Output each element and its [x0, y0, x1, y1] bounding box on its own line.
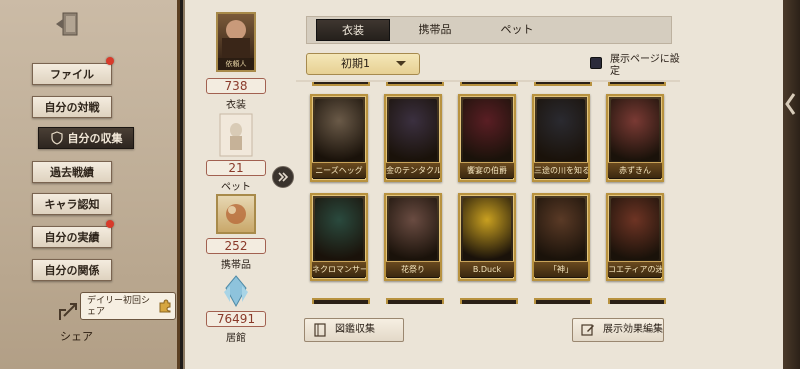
accessory-icon	[226, 204, 246, 224]
share-label: シェア	[60, 330, 93, 343]
costume-card[interactable]: 饗宴の伯爵	[458, 94, 516, 182]
costume-portrait	[537, 99, 585, 161]
costume-card[interactable]: 赤ずきん	[606, 94, 664, 182]
menu-item-label: 自分の対戦	[44, 101, 100, 114]
display-page-checkbox[interactable]	[590, 57, 602, 69]
panel-edge	[783, 0, 800, 369]
costume-portrait	[463, 99, 511, 161]
display-page-label: 展示ページに設定	[610, 54, 680, 77]
accessory-count: 252	[206, 238, 266, 254]
menu-item-label: 自分の関係	[44, 264, 100, 277]
collection-book-label: 図鑑収集	[335, 324, 375, 335]
tab-accessory[interactable]: 携帯品	[398, 19, 472, 41]
share-bubble-text: デイリー初回シェア	[87, 296, 151, 317]
costume-name: 金のテンタクル	[386, 162, 440, 178]
filter-dropdown[interactable]: 初期1	[306, 53, 420, 75]
costume-card[interactable]: 「神」	[532, 193, 590, 281]
pet-count: 21	[206, 160, 266, 176]
menu-item-relations[interactable]: 自分の関係	[32, 259, 112, 281]
menu-item-my-collection[interactable]: 自分の収集	[38, 127, 134, 149]
avatar[interactable]: 依頼人	[216, 12, 256, 72]
partial-card	[386, 298, 444, 304]
costume-name: コエティアの迷宮	[608, 261, 662, 277]
menu-item-history[interactable]: 過去戦績	[32, 161, 112, 183]
residence-crystal-icon	[224, 275, 248, 308]
costume-card[interactable]: 三途の川を知る者	[532, 94, 590, 182]
avatar-face	[226, 20, 246, 40]
edit-icon	[581, 324, 594, 336]
costume-portrait	[611, 99, 659, 161]
menu-item-achievements[interactable]: 自分の実績	[32, 226, 112, 248]
costume-portrait	[315, 198, 363, 260]
partial-card	[460, 82, 518, 86]
partial-card	[386, 82, 444, 86]
tab-pet[interactable]: ペット	[480, 19, 554, 41]
notification-dot	[106, 57, 114, 65]
partial-card	[534, 298, 592, 304]
pet-icon	[219, 113, 253, 157]
expand-toggle-button[interactable]	[272, 166, 294, 188]
shield-icon	[50, 131, 63, 145]
daily-share-bubble[interactable]: デイリー初回シェア	[80, 292, 176, 320]
menu-item-label: ファイル	[50, 68, 94, 81]
residence-thumbnail[interactable]	[216, 272, 256, 310]
avatar-body	[222, 38, 250, 60]
menu-item-label: 自分の収集	[67, 132, 123, 145]
menu-item-label: 自分の実績	[44, 231, 100, 244]
chevron-left-icon[interactable]	[784, 90, 798, 118]
menu-item-my-matches[interactable]: 自分の対戦	[32, 96, 112, 118]
menu-item-character-recognition[interactable]: キャラ認知	[32, 193, 112, 215]
costume-name: 「神」	[534, 261, 588, 277]
exit-door-icon[interactable]	[54, 10, 80, 38]
costume-count: 738	[206, 78, 266, 94]
double-chevron-right-icon	[278, 172, 289, 182]
residence-label: 居館	[226, 333, 246, 344]
costume-label: 衣装	[226, 100, 246, 111]
edit-display-label: 展示効果編集	[603, 324, 663, 335]
book-icon	[314, 323, 326, 337]
costume-card[interactable]: 金のテンタクル	[384, 94, 442, 182]
edit-display-button[interactable]: 展示効果編集	[572, 318, 664, 342]
costume-name: 饗宴の伯爵	[460, 162, 514, 178]
accessory-thumbnail[interactable]	[216, 194, 256, 234]
costume-portrait	[537, 198, 585, 260]
costume-portrait	[315, 99, 363, 161]
costume-name: ネクロマンサー	[312, 261, 366, 277]
costume-card[interactable]: コエティアの迷宮	[606, 193, 664, 281]
chevron-down-icon	[396, 61, 406, 66]
costume-portrait	[463, 198, 511, 260]
costume-portrait	[389, 198, 437, 260]
avatar-caption: 依頼人	[218, 58, 254, 70]
menu-item-label: 過去戦績	[50, 166, 94, 179]
share-icon[interactable]	[56, 298, 82, 324]
costume-name: 花祭り	[386, 261, 440, 277]
partial-card	[534, 82, 592, 86]
notification-dot	[106, 220, 114, 228]
costume-portrait	[389, 99, 437, 161]
menu-item-file[interactable]: ファイル	[32, 63, 112, 85]
menu-item-label: キャラ認知	[44, 198, 100, 211]
costume-name: ニーズヘッグ	[312, 162, 366, 178]
pet-thumbnail[interactable]	[216, 112, 256, 158]
costume-card[interactable]: ニーズヘッグ	[310, 94, 368, 182]
pet-label: ペット	[221, 182, 251, 193]
costume-card[interactable]: 花祭り	[384, 193, 442, 281]
accessory-label: 携帯品	[221, 260, 251, 271]
costume-portrait	[611, 198, 659, 260]
costume-name: B.Duck	[460, 261, 514, 277]
costume-name: 赤ずきん	[608, 162, 662, 178]
partial-card	[460, 298, 518, 304]
dropdown-value: 初期1	[341, 57, 370, 70]
residence-count: 76491	[206, 311, 266, 327]
puzzle-icon	[159, 299, 171, 313]
tab-costume[interactable]: 衣装	[316, 19, 390, 41]
collection-book-button[interactable]: 図鑑収集	[304, 318, 404, 342]
partial-card	[608, 82, 666, 86]
partial-card	[312, 298, 370, 304]
partial-card	[312, 82, 370, 86]
partial-card	[608, 298, 666, 304]
costume-card[interactable]: ネクロマンサー	[310, 193, 368, 281]
costume-card[interactable]: B.Duck	[458, 193, 516, 281]
costume-name: 三途の川を知る者	[534, 162, 588, 178]
